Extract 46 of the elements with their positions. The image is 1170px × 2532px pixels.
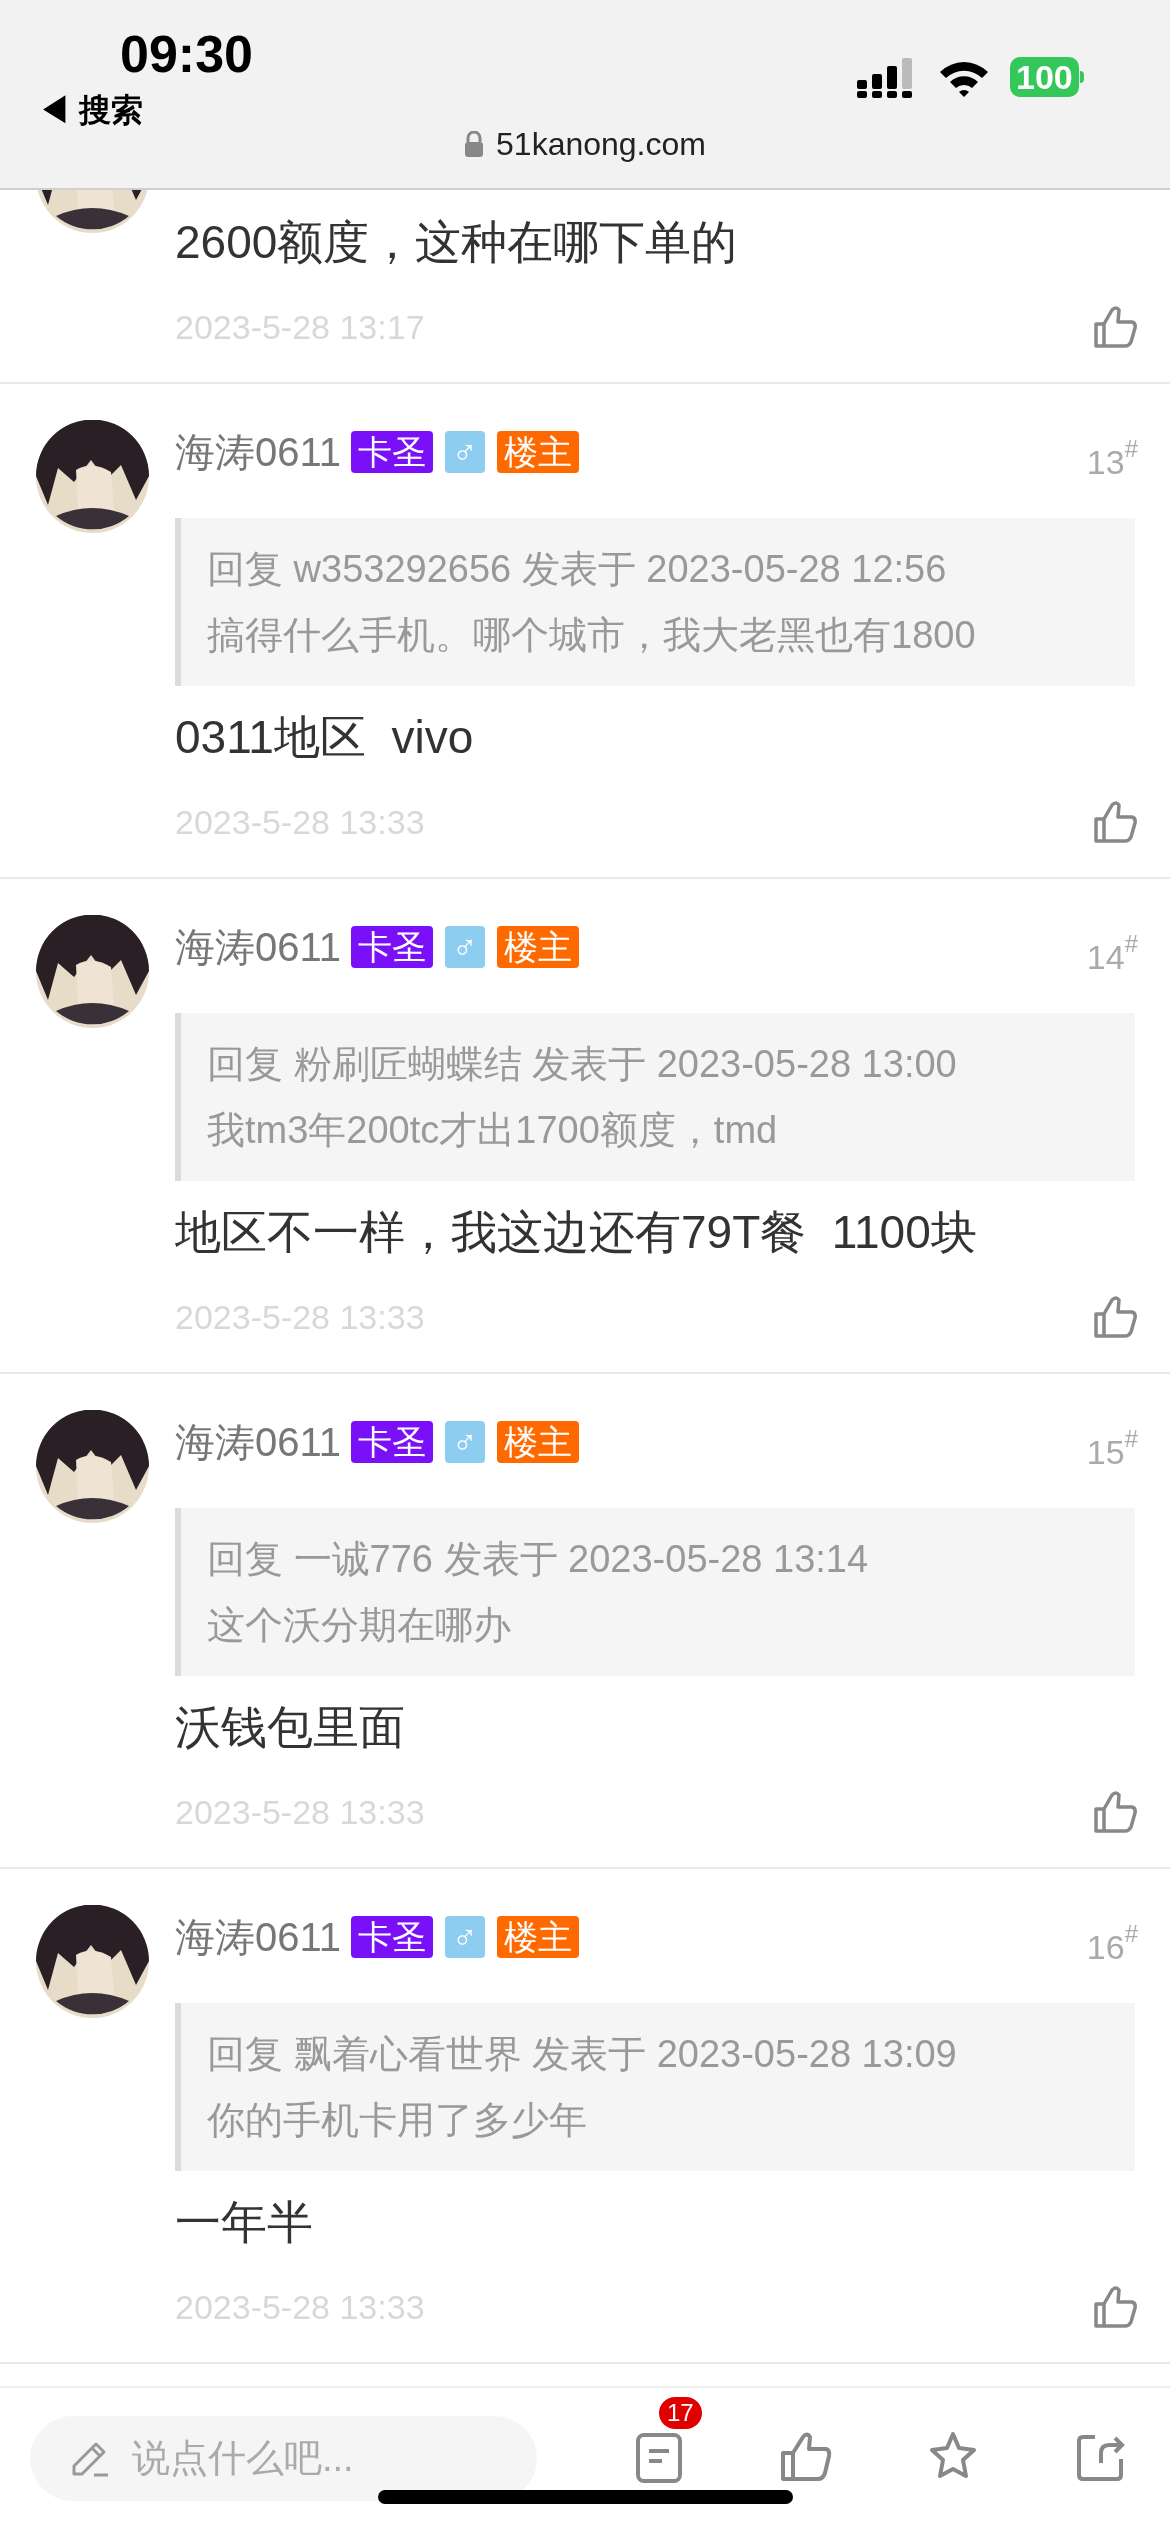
quote-text: 你的手机卡用了多少年 — [207, 2098, 588, 2143]
floor-number: 13# — [1086, 436, 1138, 483]
page-url[interactable]: 51kanong.com — [496, 122, 706, 166]
post-text: 地区不一样，我这边还有79T餐 1100块 — [175, 1205, 978, 1260]
user-tag: 楼主 — [496, 1421, 579, 1463]
user-name[interactable]: 海涛0611 — [175, 917, 341, 977]
user-name[interactable]: 海涛0611 — [175, 422, 341, 482]
thumbs-up-icon — [1092, 304, 1138, 350]
quote-text: 搞得什么手机。哪个城市，我大老黑也有1800 — [207, 613, 977, 658]
quote-text: 这个沃分期在哪办 — [207, 1603, 512, 1648]
clock-time: 09:30 — [120, 24, 253, 84]
user-tag: 卡圣 — [351, 431, 433, 473]
quote-header: 回复 飘着心看世界 发表于 2023-05-28 13:09 — [207, 2032, 958, 2077]
user-tag: 楼主 — [496, 1916, 579, 1958]
comment-count: 17 — [659, 2397, 702, 2429]
user-tag: ♂ — [445, 926, 485, 968]
post-text: 一年半 — [175, 2195, 314, 2250]
user-name[interactable]: 海涛0611 — [175, 1412, 341, 1472]
user-name[interactable]: 海涛0611 — [175, 1907, 341, 1967]
comment-field[interactable]: 说点什么吧... — [30, 2416, 537, 2501]
quote-header: 回复 w353292656 发表于 2023-05-28 12:56 — [207, 547, 948, 592]
back-link[interactable]: ◀ 搜索 — [38, 90, 143, 130]
post-text: 沃钱包里面 — [175, 1700, 406, 1755]
quote-header: 回复 一诚776 发表于 2023-05-28 13:14 — [207, 1537, 870, 1582]
quote-header: 回复 粉刷匠蝴蝶结 发表于 2023-05-28 13:00 — [207, 1042, 958, 1087]
user-tag: 卡圣 — [351, 1421, 433, 1463]
thumbs-up-icon — [1092, 1294, 1138, 1340]
user-tag: ♂ — [445, 1916, 485, 1958]
user-tag: 楼主 — [496, 926, 579, 968]
thumbs-up-icon — [1092, 1789, 1138, 1835]
battery-level: 100 — [1010, 57, 1079, 97]
post-text: 2600额度，这种在哪下单的 — [175, 215, 739, 270]
user-tag: 卡圣 — [351, 1916, 433, 1958]
user-tag: 楼主 — [496, 431, 579, 473]
thumbs-up-icon — [1092, 2284, 1138, 2330]
user-tag: ♂ — [445, 431, 485, 473]
user-tag: ♂ — [445, 1421, 485, 1463]
quote-text: 我tm3年200tc才出1700额度，tmd — [207, 1108, 779, 1153]
floor-number: 15# — [1086, 1426, 1138, 1473]
post-text: 0311地区 vivo — [175, 710, 475, 765]
signal-icon — [857, 58, 915, 98]
floor-number: 14# — [1086, 931, 1138, 978]
floor-number: 16# — [1086, 1921, 1138, 1968]
lock-icon — [464, 131, 485, 157]
thumbs-up-icon — [1092, 799, 1138, 845]
user-tag: 卡圣 — [351, 926, 433, 968]
